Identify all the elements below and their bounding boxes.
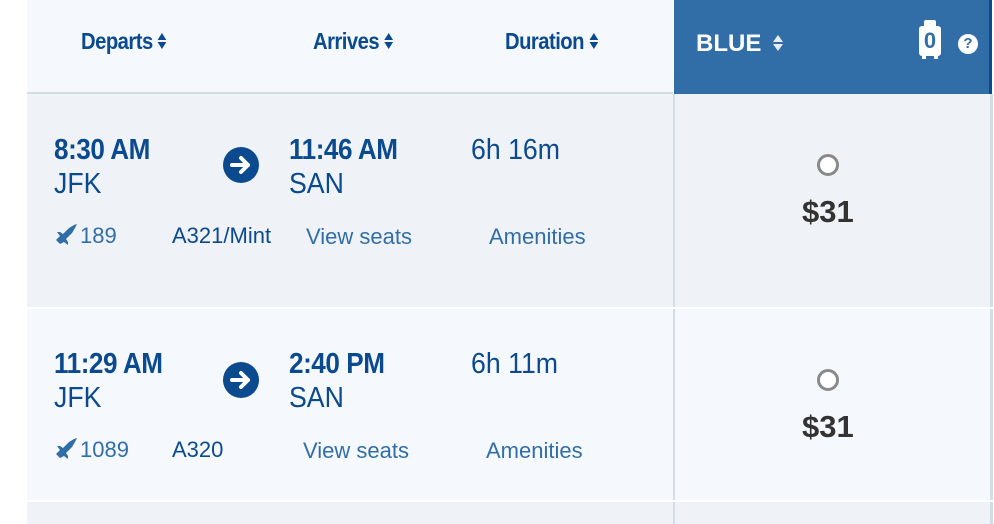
fare-column-header: BLUE 0 ?	[674, 0, 989, 94]
fare-price: $31	[802, 194, 854, 229]
depart-time: 11:29 AM	[54, 348, 163, 380]
flight-details: 8:30 AM JFK 11:46 AM SAN 6h 16m 189 A321…	[27, 94, 673, 307]
arrow-right-icon	[223, 362, 259, 398]
sort-departs-button[interactable]: Departs	[81, 28, 167, 55]
column-divider	[990, 502, 993, 524]
column-divider	[990, 94, 993, 307]
column-divider	[990, 309, 993, 500]
depart-airport: JFK	[54, 168, 102, 200]
sort-duration-button[interactable]: Duration	[505, 28, 599, 55]
sort-icon	[773, 34, 784, 52]
flight-number-value: 1089	[80, 437, 129, 462]
flight-number-value: 189	[80, 223, 117, 248]
duration-header-label: Duration	[505, 28, 585, 54]
fare-radio-button[interactable]	[817, 154, 839, 176]
plane-icon	[54, 437, 78, 465]
flight-duration: 6h 11m	[471, 348, 559, 380]
column-divider	[989, 0, 992, 94]
flight-number: 1089	[54, 437, 129, 465]
aircraft-type: A320	[172, 437, 224, 462]
blue-fare-cell[interactable]: $31	[675, 94, 990, 307]
flight-details: 11:29 AM JFK 2:40 PM SAN 6h 11m 1089 A32…	[27, 309, 673, 500]
results-table-header: Departs Arrives Duration BLUE 0 ?	[0, 0, 994, 94]
blue-fare-label: BLUE	[696, 30, 762, 57]
blue-fare-cell[interactable]	[675, 502, 990, 524]
arrow-right-icon	[223, 147, 259, 183]
flight-details	[27, 502, 673, 524]
sort-icon	[384, 32, 394, 50]
arrive-time: 11:46 AM	[289, 134, 398, 166]
sort-icon	[157, 32, 167, 50]
fare-radio-button[interactable]	[817, 369, 839, 391]
arrive-airport: SAN	[289, 382, 344, 414]
sort-arrives-button[interactable]: Arrives	[313, 28, 394, 55]
help-icon[interactable]: ?	[958, 34, 978, 54]
view-seats-link[interactable]: View seats	[306, 224, 412, 250]
flight-row	[27, 502, 994, 524]
plane-icon	[54, 223, 78, 251]
flight-row: 11:29 AM JFK 2:40 PM SAN 6h 11m 1089 A32…	[27, 309, 994, 500]
flight-duration: 6h 16m	[471, 134, 560, 166]
amenities-link[interactable]: Amenities	[486, 438, 583, 464]
header-sort-bar: Departs Arrives Duration	[27, 0, 673, 94]
depart-time: 8:30 AM	[54, 134, 150, 166]
arrives-header-label: Arrives	[313, 28, 380, 54]
aircraft-type: A321/Mint	[172, 223, 272, 248]
departs-header-label: Departs	[81, 28, 153, 54]
bag-count: 0	[919, 26, 941, 56]
depart-airport: JFK	[54, 382, 102, 414]
flight-row: 8:30 AM JFK 11:46 AM SAN 6h 16m 189 A321…	[27, 94, 994, 307]
carry-on-bag-icon: 0	[919, 20, 941, 60]
arrive-time: 2:40 PM	[289, 348, 385, 380]
flight-number: 189	[54, 223, 117, 251]
fare-price: $31	[802, 409, 854, 444]
blue-fare-cell[interactable]: $31	[675, 309, 990, 500]
amenities-link[interactable]: Amenities	[489, 224, 586, 250]
view-seats-link[interactable]: View seats	[303, 438, 409, 464]
arrive-airport: SAN	[289, 168, 344, 200]
sort-icon	[589, 32, 599, 50]
sort-blue-fare-button[interactable]: BLUE	[696, 30, 784, 58]
